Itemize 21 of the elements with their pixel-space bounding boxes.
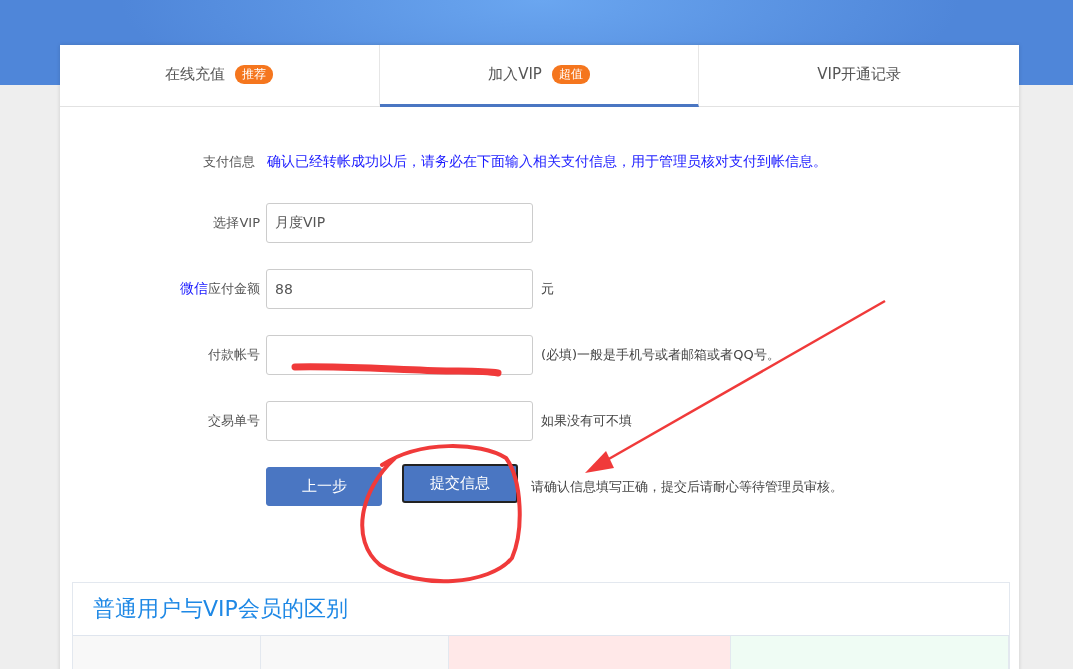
input-field[interactable]: 月度VIP: [266, 203, 533, 243]
field-label: 应付金额: [208, 280, 260, 298]
submit-hint: 请确认信息填写正确，提交后请耐心等待管理员审核。: [531, 477, 843, 496]
field-label: 付款帐号: [208, 346, 260, 364]
back-button[interactable]: 上一步: [266, 467, 382, 506]
input-field[interactable]: 88: [266, 269, 533, 309]
tab[interactable]: VIP开通记录: [699, 45, 1019, 107]
field-label: 交易单号: [208, 412, 260, 430]
field-hint: 元: [541, 280, 554, 298]
payment-method-label: 微信: [180, 280, 208, 298]
notice-text: 确认已经转帐成功以后，请务必在下面输入相关支付信息，用于管理员核对支付到帐信息。: [267, 153, 827, 171]
field-hint: (必填)一般是手机号或者邮箱或者QQ号。: [541, 346, 780, 364]
field-label: 支付信息: [203, 153, 255, 171]
submit-button[interactable]: 提交信息: [402, 464, 518, 503]
tab[interactable]: 在线充值 推荐: [60, 45, 380, 107]
field-hint: 如果没有可不填: [541, 412, 632, 430]
tab[interactable]: 加入VIP 超值: [379, 45, 700, 107]
field-label: 选择VIP: [213, 214, 260, 232]
tab-badge: 超值: [551, 65, 590, 84]
tab-badge: 推荐: [235, 65, 274, 84]
input-field[interactable]: [266, 401, 533, 441]
